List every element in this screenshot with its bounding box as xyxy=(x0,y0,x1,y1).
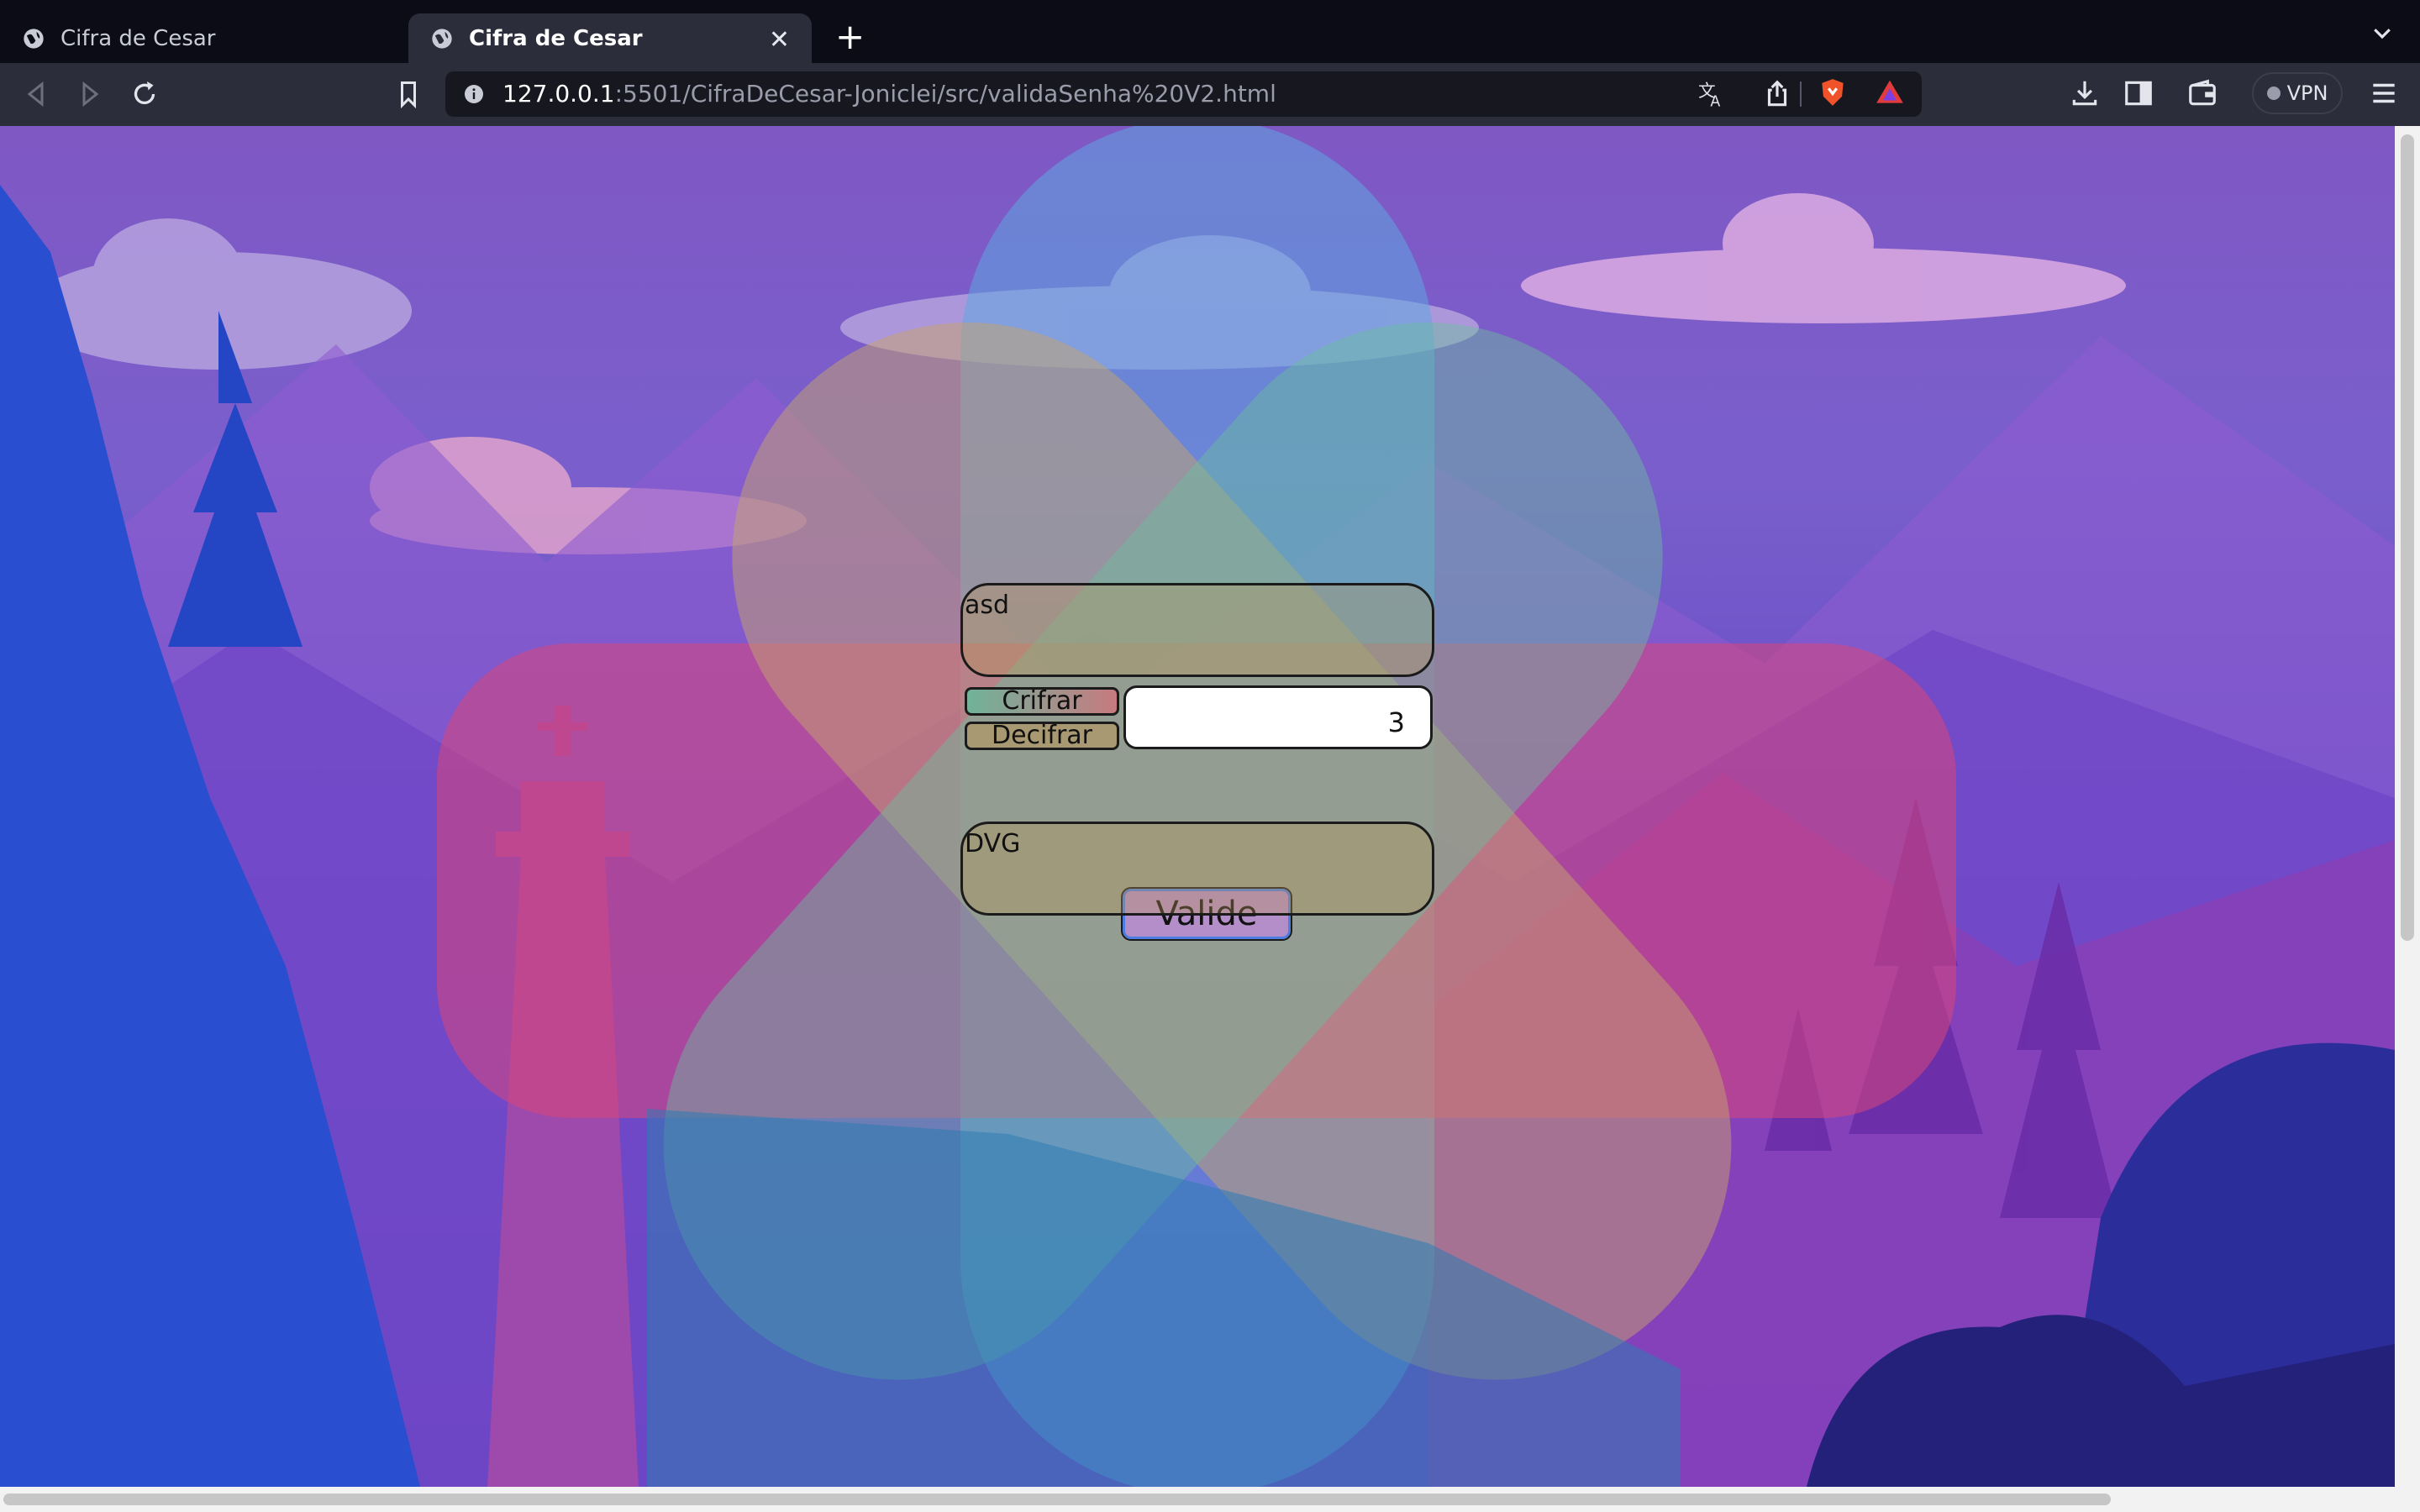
background-landscape xyxy=(0,126,2395,1487)
forward-icon[interactable] xyxy=(74,79,104,109)
globe-icon xyxy=(24,28,44,49)
input-textarea[interactable]: asd xyxy=(960,583,1434,677)
shift-input[interactable]: 3 xyxy=(1123,685,1433,749)
globe-icon xyxy=(432,28,452,49)
page-content xyxy=(0,126,2395,1487)
encrypt-option[interactable]: Crifrar xyxy=(965,687,1119,716)
tab-bar: Cifra de Cesar Cifra de Cesar ✕ + xyxy=(0,0,2420,63)
vpn-label: VPN xyxy=(2286,81,2328,105)
address-bar[interactable]: 127.0.0.1:5501/CifraDeCesar-Joniclei/src… xyxy=(445,71,1922,117)
vertical-scrollbar[interactable] xyxy=(2395,126,2420,1487)
download-icon[interactable] xyxy=(2069,77,2101,109)
url-host: 127.0.0.1 xyxy=(502,80,615,108)
reload-icon[interactable] xyxy=(129,79,160,109)
tab-active[interactable]: Cifra de Cesar ✕ xyxy=(408,13,812,63)
vpn-status-icon xyxy=(2266,87,2281,100)
tab-inactive[interactable]: Cifra de Cesar xyxy=(0,13,403,63)
tab-title: Cifra de Cesar xyxy=(469,25,643,51)
sidebar-icon[interactable] xyxy=(2123,77,2154,109)
separator xyxy=(1800,81,1802,107)
url-text: 127.0.0.1:5501/CifraDeCesar-Joniclei/src… xyxy=(502,80,1276,108)
brave-shield-icon[interactable] xyxy=(1817,76,1849,108)
output-textarea[interactable]: DVG xyxy=(960,822,1434,916)
share-icon[interactable] xyxy=(1761,78,1793,110)
chevron-down-icon[interactable] xyxy=(2370,20,2395,45)
horizontal-scrollbar-thumb[interactable] xyxy=(3,1494,2111,1505)
brave-rewards-icon[interactable] xyxy=(1874,76,1906,108)
vertical-scrollbar-thumb[interactable] xyxy=(2401,134,2414,941)
url-path: :5501/CifraDeCesar-Joniclei/src/validaSe… xyxy=(614,80,1276,108)
back-icon[interactable] xyxy=(22,79,52,109)
decrypt-option[interactable]: Decifrar xyxy=(965,722,1119,750)
menu-icon[interactable] xyxy=(2368,77,2400,109)
translate-icon[interactable]: 文A xyxy=(1696,78,1728,110)
wallet-icon[interactable] xyxy=(2186,77,2218,109)
svg-text:A: A xyxy=(1710,93,1720,110)
info-icon[interactable] xyxy=(464,84,484,104)
horizontal-scrollbar[interactable] xyxy=(0,1487,2420,1512)
close-icon[interactable]: ✕ xyxy=(769,25,790,55)
vpn-button[interactable]: VPN xyxy=(2252,72,2343,114)
plus-icon[interactable]: + xyxy=(835,17,865,57)
tab-title: Cifra de Cesar xyxy=(60,25,216,51)
bookmark-icon[interactable] xyxy=(393,79,424,109)
